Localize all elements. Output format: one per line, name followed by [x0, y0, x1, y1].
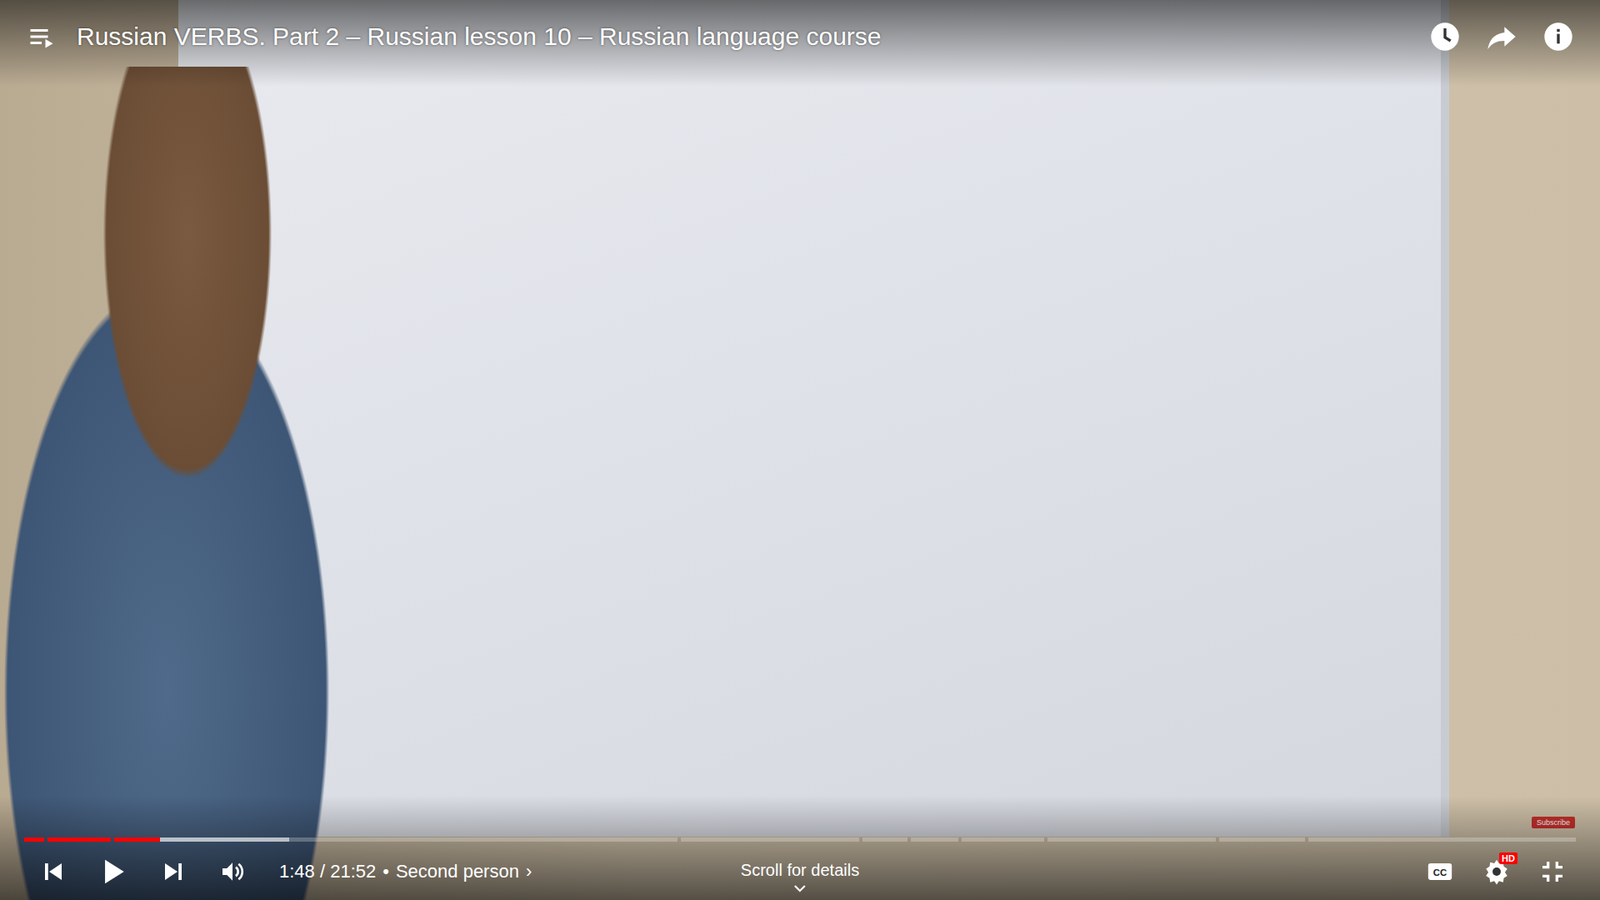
chapter-segment[interactable] [1219, 837, 1305, 842]
chapter-segment[interactable] [680, 837, 860, 842]
watch-later-clock-icon[interactable] [1428, 20, 1462, 54]
scroll-hint-text[interactable]: Scroll for details [740, 860, 860, 880]
played-fill [24, 837, 45, 842]
video-frame[interactable] [0, 0, 1600, 900]
info-icon[interactable] [1541, 20, 1575, 54]
chapter-segment[interactable] [114, 837, 678, 842]
svg-text:CC: CC [1433, 867, 1447, 878]
captions-icon[interactable]: CC [1425, 857, 1455, 886]
time-text: 1:48 / 21:52 [279, 860, 376, 883]
play-icon[interactable] [99, 857, 128, 886]
presenter [0, 66, 417, 900]
progress-bar[interactable] [24, 837, 1576, 842]
chapter-separator: • [382, 860, 390, 883]
chapter-segment[interactable] [47, 837, 112, 842]
played-fill [114, 837, 160, 842]
video-player[interactable]: Subscribe Russian VERBS. Part 2 – Russia… [0, 0, 1600, 900]
chapter-arrow[interactable]: › [525, 860, 532, 883]
chapter-segment[interactable] [1308, 837, 1576, 842]
chapter-segment[interactable] [961, 837, 1045, 842]
next-icon[interactable] [160, 859, 186, 885]
chapter-segment[interactable] [862, 837, 909, 842]
video-title[interactable]: Russian VERBS. Part 2 – Russian lesson 1… [76, 22, 882, 51]
chapter-segment[interactable] [1047, 837, 1217, 842]
volume-icon[interactable] [219, 858, 246, 885]
top-bar: Russian VERBS. Part 2 – Russian lesson 1… [0, 0, 1600, 87]
settings-button[interactable]: HD [1482, 857, 1511, 886]
share-arrow-icon[interactable] [1485, 20, 1519, 54]
hd-badge: HD [1499, 852, 1518, 865]
chapter-title[interactable]: Second person [395, 860, 520, 883]
chapter-segment[interactable] [24, 837, 45, 842]
chevron-down-icon[interactable] [792, 883, 808, 894]
exit-fullscreen-icon[interactable] [1539, 858, 1566, 885]
time-display: 1:48 / 21:52 • Second person › [279, 860, 532, 883]
previous-icon[interactable] [40, 859, 66, 885]
controls-bar: 1:48 / 21:52 • Second person › CC HD Scr… [0, 795, 1600, 900]
playlist-icon[interactable] [26, 21, 57, 52]
scroll-hint[interactable]: Scroll for details [740, 860, 860, 894]
chapter-segment[interactable] [910, 837, 959, 842]
played-fill [47, 837, 112, 842]
